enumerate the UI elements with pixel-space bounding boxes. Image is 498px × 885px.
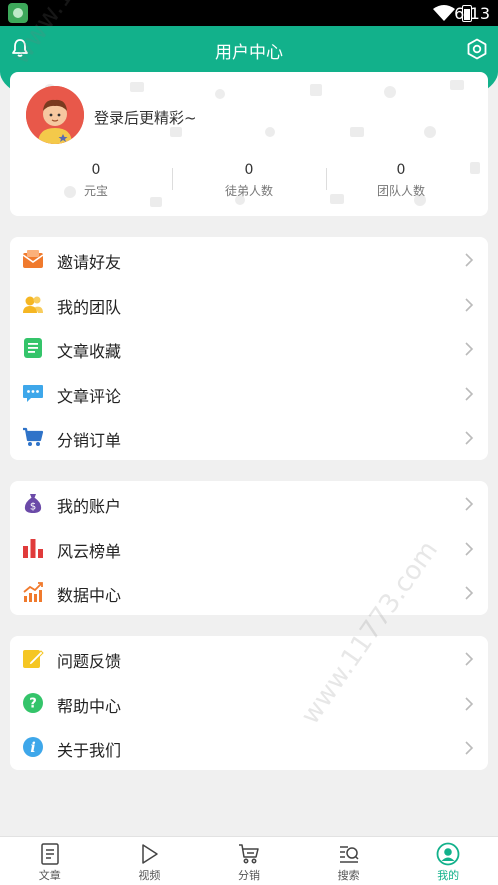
chevron-right-icon bbox=[465, 431, 474, 445]
page-title: 用户中心 bbox=[215, 43, 283, 63]
tab-label: 文章 bbox=[38, 869, 61, 882]
avatar[interactable] bbox=[26, 86, 84, 144]
menu-item-about-us[interactable]: i 关于我们 bbox=[10, 725, 488, 770]
chevron-right-icon bbox=[465, 497, 474, 511]
stat-value: 0 bbox=[396, 162, 406, 178]
tab-search[interactable]: 搜索 bbox=[299, 837, 399, 885]
bottom-tab-bar: 文章 视频 分销 搜索 我的 bbox=[0, 836, 498, 885]
menu-item-label: 帮助中心 bbox=[57, 696, 122, 716]
menu-item-label: 我的团队 bbox=[57, 297, 122, 317]
cart-icon bbox=[238, 844, 259, 864]
chevron-right-icon bbox=[465, 741, 474, 755]
menu-item-label: 数据中心 bbox=[57, 586, 122, 605]
stat-label: 徒弟人数 bbox=[224, 184, 273, 198]
svg-text:i: i bbox=[30, 740, 35, 756]
chevron-right-icon bbox=[465, 586, 474, 600]
comment-icon bbox=[23, 384, 43, 402]
envelope-icon bbox=[22, 250, 44, 268]
chevron-right-icon bbox=[465, 652, 474, 666]
svg-text:?: ? bbox=[29, 696, 37, 711]
user-icon bbox=[436, 842, 460, 866]
document-icon bbox=[24, 338, 42, 358]
menu-group-account: $ 我的账户 风云榜单 数据中心 bbox=[10, 481, 488, 615]
menu-item-label: 我的账户 bbox=[57, 497, 122, 516]
menu-item-distribution-orders[interactable]: 分销订单 bbox=[10, 415, 488, 460]
menu-item-invite-friends[interactable]: 邀请好友 bbox=[10, 237, 488, 282]
menu-item-label: 问题反馈 bbox=[57, 652, 122, 671]
profile-card[interactable]: 登录后更精彩~ 0 元宝 0 徒弟人数 0 团队人数 bbox=[10, 72, 488, 216]
tab-mine[interactable]: 我的 bbox=[398, 837, 498, 885]
tab-label: 视频 bbox=[138, 869, 161, 882]
app-notification-icon bbox=[8, 3, 28, 23]
chevron-right-icon bbox=[465, 386, 474, 401]
menu-group-support: 问题反馈 ? 帮助中心 i 关于我们 bbox=[10, 636, 488, 770]
chevron-right-icon bbox=[465, 342, 474, 356]
tab-articles[interactable]: 文章 bbox=[0, 837, 100, 885]
tab-label: 分销 bbox=[237, 869, 260, 882]
menu-item-data-center[interactable]: 数据中心 bbox=[10, 570, 488, 615]
tab-videos[interactable]: 视频 bbox=[100, 837, 200, 885]
status-bar: 6:13 bbox=[0, 0, 498, 26]
svg-text:$: $ bbox=[30, 502, 36, 513]
chevron-right-icon bbox=[465, 696, 474, 711]
menu-item-feedback[interactable]: 问题反馈 bbox=[10, 636, 488, 681]
menu-item-label: 风云榜单 bbox=[57, 541, 122, 561]
menu-item-label: 文章收藏 bbox=[57, 342, 122, 361]
menu-item-favorites[interactable]: 文章收藏 bbox=[10, 326, 488, 371]
status-time: 6:13 bbox=[454, 4, 490, 23]
trend-chart-icon bbox=[23, 582, 43, 602]
login-prompt[interactable]: 登录后更精彩~ bbox=[94, 107, 197, 128]
team-icon bbox=[23, 296, 43, 313]
stat-label: 团队人数 bbox=[376, 184, 425, 198]
stat-team[interactable]: 0 团队人数 bbox=[321, 162, 481, 199]
stat-value: 0 bbox=[244, 162, 254, 178]
chevron-right-icon bbox=[465, 541, 474, 556]
tab-label: 我的 bbox=[437, 869, 460, 882]
stat-value: 0 bbox=[91, 162, 101, 178]
header-bar: 用户中心 bbox=[0, 26, 498, 72]
menu-item-label: 关于我们 bbox=[57, 741, 122, 760]
bar-chart-icon bbox=[23, 538, 43, 558]
menu-item-my-account[interactable]: $ 我的账户 bbox=[10, 481, 488, 526]
help-icon: ? bbox=[23, 692, 43, 713]
stat-yuanbao[interactable]: 0 元宝 bbox=[16, 162, 176, 199]
menu-item-rankings[interactable]: 风云榜单 bbox=[10, 526, 488, 571]
chevron-right-icon bbox=[465, 253, 474, 267]
wifi-icon bbox=[433, 5, 455, 21]
menu-item-label: 邀请好友 bbox=[57, 253, 122, 272]
menu-item-label: 分销订单 bbox=[57, 431, 122, 450]
cart-icon bbox=[23, 427, 44, 446]
settings-icon[interactable] bbox=[466, 38, 488, 60]
tab-distribution[interactable]: 分销 bbox=[199, 837, 299, 885]
menu-item-my-team[interactable]: 我的团队 bbox=[10, 282, 488, 327]
menu-group-social: 邀请好友 我的团队 文章收藏 文章评论 分销订单 bbox=[10, 237, 488, 460]
money-bag-icon: $ bbox=[24, 494, 42, 513]
tab-label: 搜索 bbox=[337, 869, 360, 882]
article-icon bbox=[41, 843, 59, 865]
chevron-right-icon bbox=[465, 297, 474, 312]
search-icon bbox=[339, 846, 359, 863]
stat-label: 元宝 bbox=[83, 184, 108, 198]
info-icon: i bbox=[23, 737, 43, 757]
play-icon bbox=[142, 844, 159, 864]
stat-apprentices[interactable]: 0 徒弟人数 bbox=[169, 162, 329, 199]
edit-icon bbox=[23, 650, 44, 668]
menu-item-label: 文章评论 bbox=[57, 386, 122, 406]
menu-item-help-center[interactable]: ? 帮助中心 bbox=[10, 681, 488, 726]
menu-item-comments[interactable]: 文章评论 bbox=[10, 371, 488, 416]
